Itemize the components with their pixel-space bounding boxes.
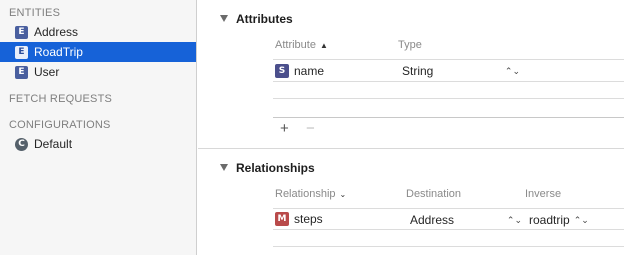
chevron-down-icon: ⌄ [339,189,347,199]
destination-column-header[interactable]: Destination [406,188,461,200]
sidebar-item-label: User [34,65,60,79]
up-down-stepper-icon: ⌃⌄ [506,214,522,225]
sidebar-item-default[interactable]: C Default [0,134,196,154]
chevron-up-icon: ▲ [319,40,328,50]
row-divider [273,246,624,247]
section-divider [198,148,624,149]
attribute-column-label: Attribute [275,39,316,51]
entity-icon: E [15,45,28,59]
relationship-column-header[interactable]: Relationship ⌄ [275,188,346,200]
destination-select[interactable]: Address ⌃⌄ [410,212,522,228]
attribute-row-name[interactable]: S name [275,63,324,79]
type-column-label: Type [398,39,422,51]
entities-header: ENTITIES [9,7,61,19]
sidebar-item-label: RoadTrip [34,45,83,59]
sidebar-item-label: Default [34,137,73,151]
configuration-icon: C [15,137,28,151]
relationships-title: Relationships [236,161,315,175]
table-header-divider [273,208,624,209]
sidebar: ENTITIES E Address E RoadTrip E User FET… [0,0,197,255]
fetch-requests-header: FETCH REQUESTS [9,93,113,105]
inverse-value: roadtrip [529,213,570,227]
row-divider [273,229,624,230]
to-many-relationship-icon: M [275,212,289,226]
entity-icon: E [15,25,28,39]
attributes-title: Attributes [236,12,293,26]
relationship-column-label: Relationship [275,188,336,200]
relationship-row-steps[interactable]: M steps [275,211,323,227]
attribute-type-value: String [402,64,434,78]
table-header-divider [273,59,624,60]
inverse-column-header[interactable]: Inverse [525,188,561,200]
attributes-disclosure-icon[interactable] [220,15,228,22]
destination-value: Address [410,213,455,227]
attribute-name: name [294,64,325,78]
entity-icon: E [15,65,28,79]
row-divider [273,98,624,99]
sidebar-item-roadtrip[interactable]: E RoadTrip [0,42,196,62]
sidebar-item-address[interactable]: E Address [0,22,196,42]
up-down-stepper-icon: ⌃⌄ [573,214,589,225]
sidebar-item-user[interactable]: E User [0,62,196,82]
up-down-stepper-icon: ⌃⌄ [504,65,520,76]
inverse-select[interactable]: roadtrip ⌃⌄ [529,212,589,228]
table-bottom-border [273,117,624,118]
relationship-name: steps [294,212,323,226]
row-divider [273,81,624,82]
attribute-type-select[interactable]: String ⌃⌄ [402,63,520,79]
type-column-header[interactable]: Type [398,39,422,51]
attribute-column-header[interactable]: Attribute ▲ [275,39,328,51]
inverse-column-label: Inverse [525,188,562,200]
remove-attribute-button[interactable]: − [306,120,315,137]
relationships-disclosure-icon[interactable] [220,164,228,171]
add-attribute-button[interactable]: + [280,120,289,137]
configurations-header: CONFIGURATIONS [9,119,111,131]
string-type-icon: S [275,64,289,78]
destination-column-label: Destination [406,188,462,200]
sidebar-item-label: Address [34,25,79,39]
